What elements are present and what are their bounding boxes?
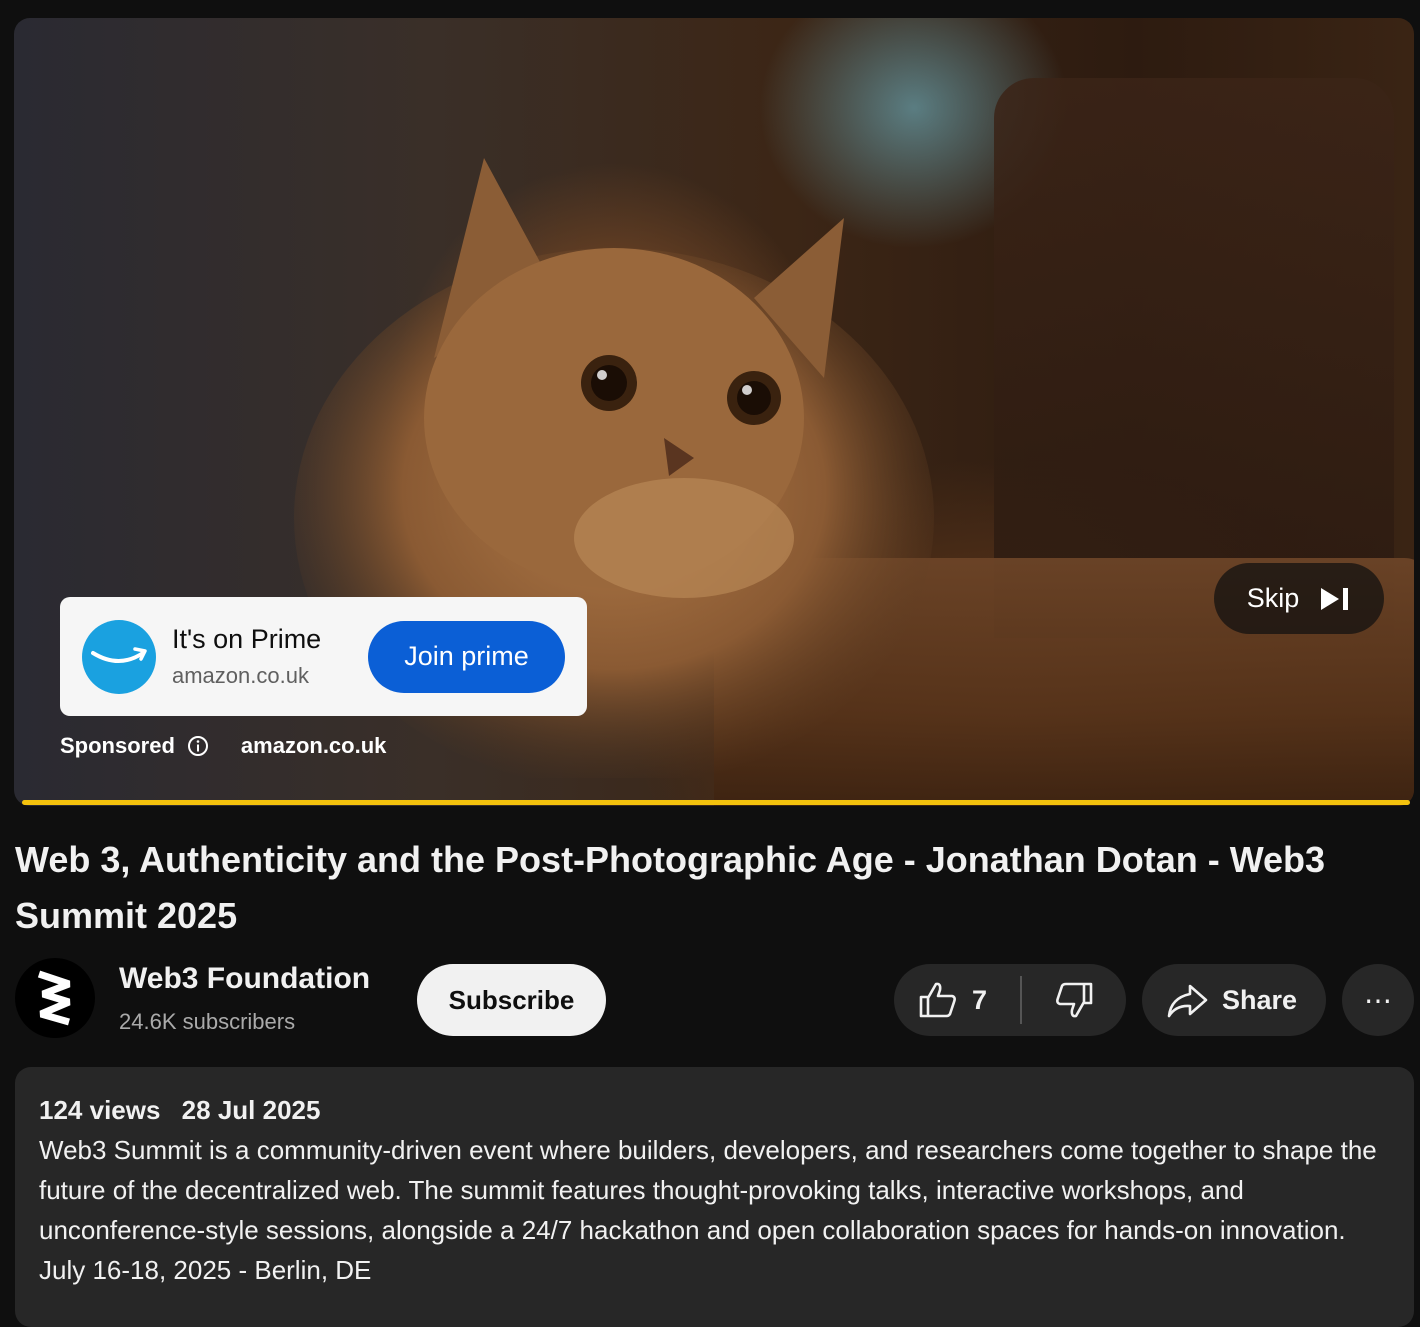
skip-ad-button[interactable]: Skip (1214, 563, 1384, 634)
view-count: 124 views (39, 1095, 161, 1125)
video-title: Web 3, Authenticity and the Post-Photogr… (15, 839, 1326, 936)
skip-next-icon (1321, 587, 1349, 610)
share-button[interactable]: Share (1142, 964, 1326, 1036)
chair-back-image (994, 78, 1394, 638)
channel-name[interactable]: Web3 Foundation (119, 962, 370, 996)
ad-progress-bar[interactable] (22, 800, 1410, 805)
upload-date: 28 Jul 2025 (181, 1095, 321, 1125)
like-count: 7 (972, 984, 988, 1015)
amazon-logo-icon (82, 619, 156, 694)
ad-headline: It's on Prime (172, 624, 322, 654)
subscriber-count: 24.6K subscribers (119, 1009, 296, 1034)
share-label: Share (1222, 984, 1298, 1015)
share-arrow-icon (1167, 984, 1208, 1018)
like-button[interactable]: 7 (894, 964, 1020, 1036)
join-prime-button[interactable]: Join prime (368, 620, 565, 693)
more-actions-button[interactable]: ⋯ (1342, 964, 1414, 1036)
like-dislike-group: 7 (894, 964, 1126, 1036)
skip-label: Skip (1246, 583, 1300, 613)
ad-domain: amazon.co.uk (172, 663, 309, 688)
web3-logo-icon (37, 970, 71, 1026)
subscribe-button[interactable]: Subscribe (417, 964, 606, 1036)
sponsor-domain-link[interactable]: amazon.co.uk (241, 733, 386, 759)
more-dots-icon: ⋯ (1364, 984, 1392, 1016)
ad-meta: Sponsored amazon.co.uk (60, 731, 386, 761)
description-text: Web3 Summit is a community-driven event … (39, 1135, 1377, 1285)
ad-card[interactable]: It's on Prime amazon.co.uk Join prime (60, 597, 587, 716)
description-meta: 124 views 28 Jul 2025 (39, 1094, 1390, 1126)
dislike-button[interactable] (1022, 964, 1126, 1036)
sponsored-label: Sponsored (60, 733, 175, 758)
thumbs-up-icon (919, 982, 956, 1018)
thumbs-down-icon (1056, 982, 1093, 1018)
info-icon[interactable] (187, 735, 209, 757)
channel-avatar[interactable] (15, 958, 95, 1038)
description-box[interactable]: 124 views 28 Jul 2025 Web3 Summit is a c… (15, 1067, 1414, 1327)
